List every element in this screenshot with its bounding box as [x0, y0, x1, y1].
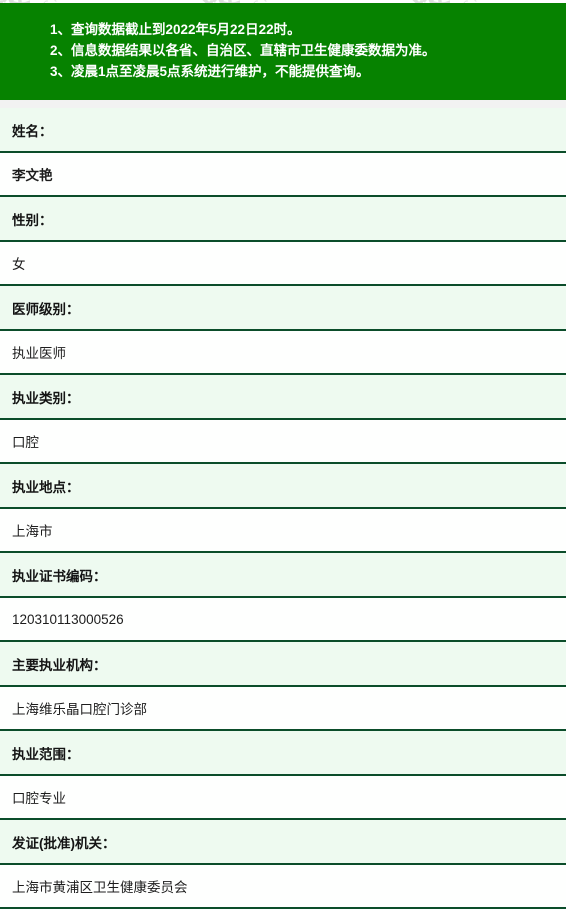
notice-banner: 1、查询数据截止到2022年5月22日22时。 2、信息数据结果以各省、自治区、直… [0, 3, 566, 100]
field-label-row: 执业类别： [0, 375, 566, 420]
field-value-row: 口腔 [0, 420, 566, 464]
notice-line-2: 2、信息数据结果以各省、自治区、直辖市卫生健康委数据为准。 [50, 43, 436, 58]
field-label: 执业类别： [12, 390, 80, 406]
doctor-info-table: 姓名： 李文艳性别： 女医师级别： 执业医师执业类别： 口腔执业地点： 上海市执业证书编码… [0, 108, 566, 909]
field-label-row: 执业证书编码： [0, 553, 566, 598]
field-value-row: 120310113000526 [0, 598, 566, 642]
field-value: 上海市黄浦区卫生健康委员会 [12, 880, 188, 895]
field-label-row: 执业范围： [0, 731, 566, 776]
field-value-row: 上海维乐晶口腔门诊部 [0, 687, 566, 731]
field-value: 女 [12, 257, 26, 272]
field-label: 发证(批准)机关： [12, 835, 116, 851]
field-label-row: 主要执业机构： [0, 642, 566, 687]
field-value: 口腔专业 [12, 791, 66, 806]
field-value-row: 执业医师 [0, 331, 566, 375]
field-value: 上海市 [12, 524, 53, 539]
field-label: 性别： [12, 212, 53, 228]
field-label-row: 执业地点： [0, 464, 566, 509]
field-label: 执业地点： [12, 479, 80, 495]
section-gap [0, 100, 566, 108]
field-label-row: 性别： [0, 197, 566, 242]
field-value-row: 李文艳 [0, 153, 566, 197]
field-value: 李文艳 [12, 168, 53, 183]
field-label-row: 医师级别： [0, 286, 566, 331]
notice-line-1: 1、查询数据截止到2022年5月22日22时。 [50, 22, 301, 37]
field-label-row: 姓名： [0, 108, 566, 153]
field-value-row: 女 [0, 242, 566, 286]
field-value-row: 上海市 [0, 509, 566, 553]
field-value-row: 上海市黄浦区卫生健康委员会 [0, 865, 566, 909]
field-value: 120310113000526 [12, 611, 124, 627]
field-label: 主要执业机构： [12, 657, 107, 673]
field-value: 执业医师 [12, 346, 66, 361]
field-label: 医师级别： [12, 301, 80, 317]
field-label: 姓名： [12, 123, 53, 139]
field-value: 上海维乐晶口腔门诊部 [12, 702, 147, 717]
field-value: 口腔 [12, 435, 39, 450]
notice-line-3: 3、凌晨1点至凌晨5点系统进行维护，不能提供查询。 [50, 64, 370, 79]
field-label: 执业证书编码： [12, 568, 107, 584]
field-label: 执业范围： [12, 746, 80, 762]
field-value-row: 口腔专业 [0, 776, 566, 820]
